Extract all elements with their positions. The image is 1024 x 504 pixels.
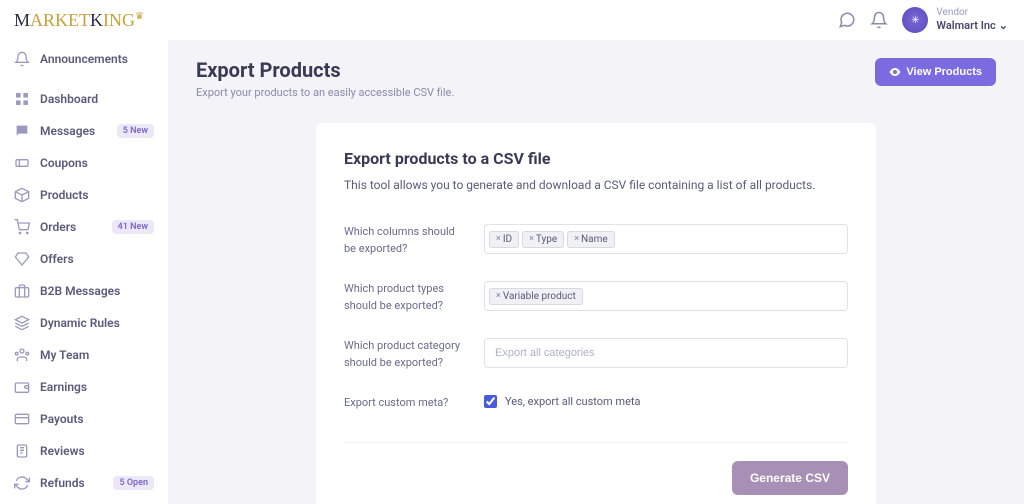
card-icon	[14, 411, 30, 427]
tag-remove-icon: ×	[496, 291, 501, 301]
row-types: Which product types should be exported? …	[344, 269, 848, 326]
form-label: Export custom meta?	[344, 395, 464, 412]
page-header: Export Products Export your products to …	[196, 58, 996, 99]
card-description: This tool allows you to generate and dow…	[344, 178, 848, 192]
sidebar-item-label: My Team	[40, 348, 154, 362]
card-title: Export products to a CSV file	[344, 149, 848, 168]
badge-open: 5 Open	[113, 476, 154, 490]
sidebar-item-label: Payouts	[40, 412, 154, 426]
sidebar-item-coupons[interactable]: Coupons	[0, 147, 168, 179]
badge-new: 41 New	[112, 220, 154, 234]
layers-icon	[14, 315, 30, 331]
page-title: Export Products	[196, 58, 454, 82]
sidebar-item-earnings[interactable]: Earnings	[0, 371, 168, 403]
logo-k: K	[90, 10, 103, 30]
sidebar-item-label: Refunds	[40, 476, 113, 490]
meta-checkbox[interactable]	[484, 395, 497, 408]
logo-crown-icon: ♛	[135, 11, 144, 22]
sidebar-item-reviews[interactable]: Reviews	[0, 435, 168, 467]
sidebar-item-messages[interactable]: Messages 5 New	[0, 115, 168, 147]
message-icon	[14, 123, 30, 139]
nav: Announcements Dashboard Messages 5 New C…	[0, 37, 168, 504]
sidebar-item-orders[interactable]: Orders 41 New	[0, 211, 168, 243]
tag-type[interactable]: ×Type	[522, 231, 564, 248]
tag-variable-product[interactable]: ×Variable product	[489, 288, 583, 305]
box-icon	[14, 187, 30, 203]
view-products-button[interactable]: View Products	[875, 58, 996, 86]
sidebar-item-label: Offers	[40, 252, 154, 266]
tag-remove-icon: ×	[574, 234, 579, 244]
sidebar-item-b2b-messages[interactable]: B2B Messages	[0, 275, 168, 307]
chevron-down-icon: ⌄	[999, 19, 1008, 32]
sidebar-item-label: Earnings	[40, 380, 154, 394]
generate-csv-button[interactable]: Generate CSV	[732, 461, 848, 495]
sidebar-item-label: Reviews	[40, 444, 154, 458]
category-input[interactable]	[484, 338, 848, 368]
grid-icon	[14, 91, 30, 107]
sidebar-item-label: Dashboard	[40, 92, 154, 106]
page-subtitle: Export your products to an easily access…	[196, 86, 454, 99]
logo[interactable]: MARKETKING♛	[0, 0, 168, 37]
topbar: ✳ Vendor Walmart Inc ⌄	[168, 0, 1024, 40]
tag-remove-icon: ×	[529, 234, 534, 244]
wallet-icon	[14, 379, 30, 395]
sidebar-item-my-team[interactable]: My Team	[0, 339, 168, 371]
tag-name[interactable]: ×Name	[567, 231, 614, 248]
sidebar-item-label: Products	[40, 188, 154, 202]
sidebar-item-label: Orders	[40, 220, 112, 234]
sidebar-item-products[interactable]: Products	[0, 179, 168, 211]
sidebar-item-offers[interactable]: Offers	[0, 243, 168, 275]
user-role: Vendor	[936, 7, 1008, 19]
gem-icon	[14, 251, 30, 267]
sidebar-item-docs[interactable]: Docs	[0, 499, 168, 504]
sidebar-item-label: Messages	[40, 124, 117, 138]
columns-tagbox[interactable]: ×ID ×Type ×Name	[484, 224, 848, 254]
briefcase-icon	[14, 283, 30, 299]
form-label: Which product types should be exported?	[344, 281, 464, 314]
meta-checkbox-wrap[interactable]: Yes, export all custom meta	[484, 395, 848, 408]
card-footer: Generate CSV	[344, 442, 848, 495]
export-card: Export products to a CSV file This tool …	[316, 123, 876, 504]
sidebar-item-payouts[interactable]: Payouts	[0, 403, 168, 435]
sidebar-item-announcements[interactable]: Announcements	[0, 43, 168, 75]
user-name: Walmart Inc	[936, 19, 995, 32]
row-columns: Which columns should be exported? ×ID ×T…	[344, 212, 848, 269]
sidebar-item-label: Announcements	[40, 52, 154, 66]
types-tagbox[interactable]: ×Variable product	[484, 281, 848, 311]
sidebar-item-dashboard[interactable]: Dashboard	[0, 83, 168, 115]
badge-new: 5 New	[117, 124, 154, 138]
main: ✳ Vendor Walmart Inc ⌄ Export Products E…	[168, 0, 1024, 504]
row-meta: Export custom meta? Yes, export all cust…	[344, 383, 848, 424]
app-root: MARKETKING♛ Announcements Dashboard Mess…	[0, 0, 1024, 504]
sidebar-item-refunds[interactable]: Refunds 5 Open	[0, 467, 168, 499]
sidebar-item-label: B2B Messages	[40, 284, 154, 298]
button-label: View Products	[906, 66, 982, 78]
cart-icon	[14, 219, 30, 235]
logo-m: M	[14, 10, 30, 30]
user-menu[interactable]: ✳ Vendor Walmart Inc ⌄	[902, 7, 1008, 33]
bell-icon	[14, 51, 30, 67]
form-label: Which product category should be exporte…	[344, 338, 464, 371]
tag-remove-icon: ×	[496, 234, 501, 244]
content: Export Products Export your products to …	[168, 40, 1024, 504]
notification-icon[interactable]	[870, 11, 888, 29]
checkbox-label: Yes, export all custom meta	[505, 395, 641, 408]
avatar: ✳	[902, 7, 928, 33]
eye-icon	[889, 66, 901, 78]
refresh-icon	[14, 475, 30, 491]
user-text: Vendor Walmart Inc ⌄	[936, 7, 1008, 32]
logo-arket: ARKET	[30, 10, 90, 30]
clipboard-icon	[14, 443, 30, 459]
ticket-icon	[14, 155, 30, 171]
sidebar-item-dynamic-rules[interactable]: Dynamic Rules	[0, 307, 168, 339]
sidebar-item-label: Dynamic Rules	[40, 316, 154, 330]
form-label: Which columns should be exported?	[344, 224, 464, 257]
sidebar: MARKETKING♛ Announcements Dashboard Mess…	[0, 0, 168, 504]
tag-id[interactable]: ×ID	[489, 231, 519, 248]
team-icon	[14, 347, 30, 363]
row-category: Which product category should be exporte…	[344, 326, 848, 383]
logo-ing: ING	[103, 10, 135, 30]
chat-icon[interactable]	[838, 11, 856, 29]
sidebar-item-label: Coupons	[40, 156, 154, 170]
